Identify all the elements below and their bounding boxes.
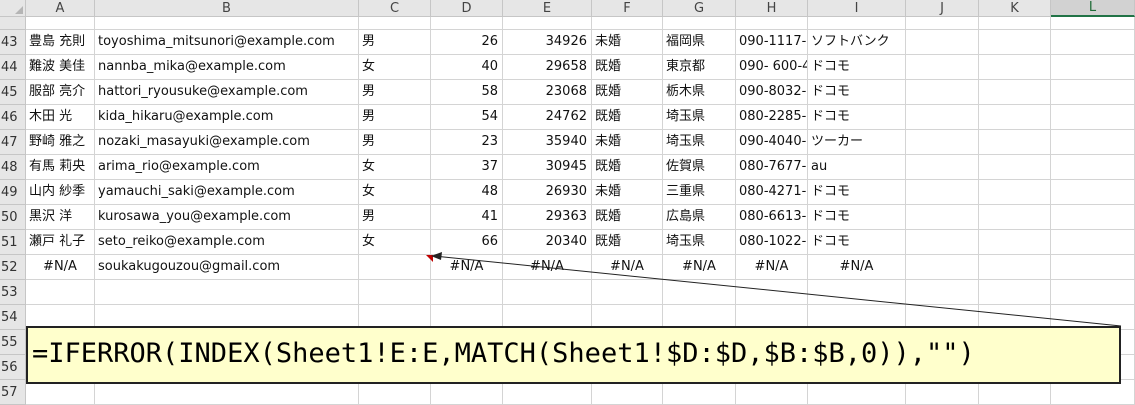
- callout-leader-line: [433, 255, 1122, 327]
- formula-callout: =IFERROR(INDEX(Sheet1!E:E,MATCH(Sheet1!$…: [26, 326, 1121, 384]
- spreadsheet: ABCDEFGHIJKL 43 豊島 充則 toyoshima_mitsunori@…: [0, 0, 1135, 405]
